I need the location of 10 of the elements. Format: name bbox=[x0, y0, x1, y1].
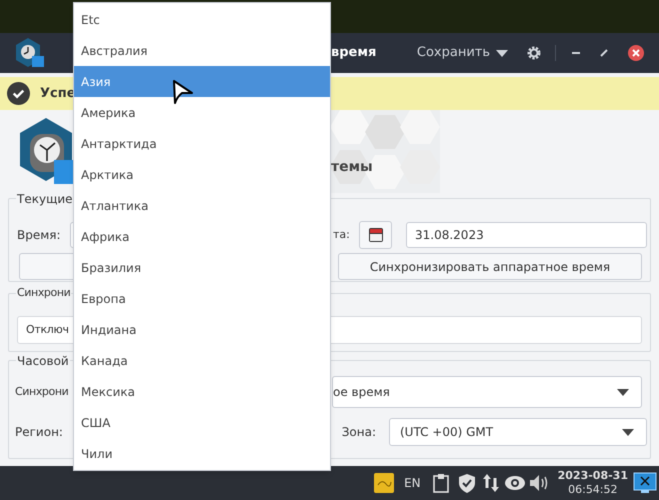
date-label: та: bbox=[333, 226, 351, 243]
sync-label: Синхрони bbox=[15, 384, 68, 400]
zone-label: Зона: bbox=[342, 424, 376, 441]
header-title: темы bbox=[331, 158, 373, 177]
time-label: Время: bbox=[17, 227, 61, 244]
group-legend: Синхрони bbox=[16, 285, 72, 302]
time-text: 06:54:52 bbox=[568, 483, 618, 497]
window-title: время bbox=[331, 44, 376, 62]
date-text: 2023-08-31 bbox=[558, 469, 628, 483]
region-label: Регион: bbox=[15, 424, 63, 441]
